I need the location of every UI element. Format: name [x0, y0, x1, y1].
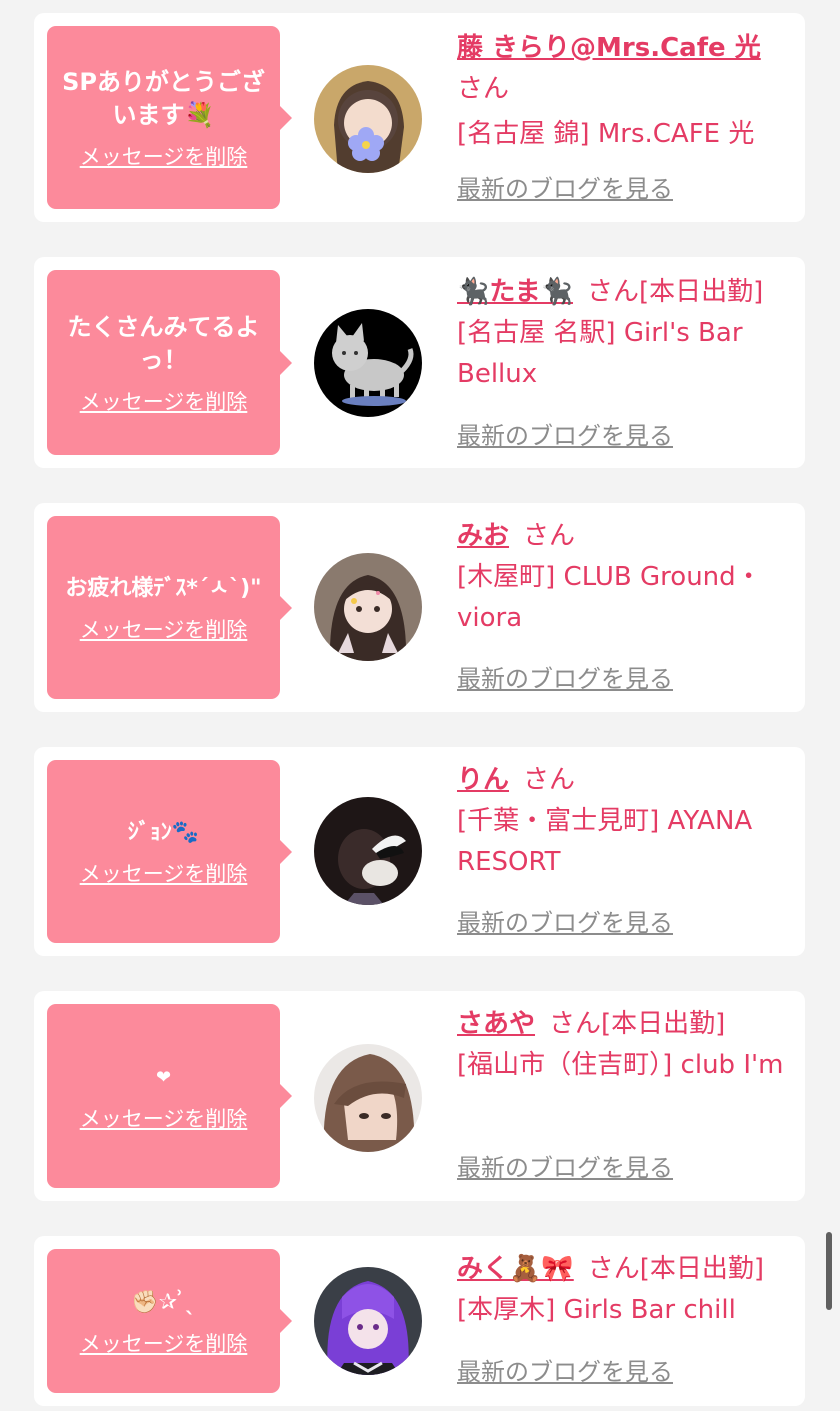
delete-message-link[interactable]: メッセージを削除 — [80, 617, 248, 643]
shop-label: [千葉・富士見町] AYANA RESORT — [457, 806, 753, 877]
latest-blog-link[interactable]: 最新のブログを見る — [457, 664, 673, 694]
message-text: SPありがとうございます💐 — [62, 67, 265, 129]
list-item: ✊🏻✰ ͗ˎ メッセージを削除 みく🧸🎀 さん[本日出勤] [本厚木] Girls… — [34, 1236, 805, 1406]
message-text: ❤ — [155, 1066, 172, 1088]
cat-icon — [314, 309, 422, 417]
avatar-photo-icon — [314, 65, 422, 173]
message-bubble: ❤ メッセージを削除 — [47, 1004, 292, 1188]
list-item: たくさんみてるよっ！ メッセージを削除 🐈‍⬛たま🐈‍⬛さん[本日出勤] [ — [34, 257, 805, 468]
message-text: ｼﾞｮﾝ🐾 — [127, 820, 200, 845]
avatar-photo-icon — [314, 797, 422, 905]
honorific: さん — [523, 765, 576, 795]
shop-label: [名古屋 錦] Mrs.CAFE 光 — [457, 119, 755, 149]
shop-label: [本厚木] Girls Bar chill — [457, 1295, 736, 1325]
message-bubble: ｼﾞｮﾝ🐾 メッセージを削除 — [47, 760, 292, 943]
cast-info: りん さん [千葉・富士見町] AYANA RESORT — [457, 760, 797, 883]
list-item: SPありがとうございます💐 メッセージを削除 藤 きらり@Mrs.Cafe 光 … — [34, 13, 805, 222]
message-bubble: たくさんみてるよっ！ メッセージを削除 — [47, 270, 292, 455]
message-text: たくさんみてるよっ！ — [67, 312, 260, 374]
attendance-status: [本日出勤] — [638, 277, 764, 307]
shop-label: [福山市（住吉町）] club I'm — [457, 1050, 784, 1080]
avatar[interactable] — [314, 1267, 422, 1375]
list-item: ｼﾞｮﾝ🐾 メッセージを削除 りん さん [千葉・富士見町] AYANA RESO… — [34, 747, 805, 956]
list-item: ❤ メッセージを削除 さあや さん[本日出勤] [福山市（住吉町）] club I… — [34, 991, 805, 1201]
latest-blog-link[interactable]: 最新のブログを見る — [457, 174, 673, 204]
scrollbar[interactable] — [826, 1232, 832, 1310]
delete-message-link[interactable]: メッセージを削除 — [80, 1106, 248, 1132]
avatar[interactable] — [314, 65, 422, 173]
cast-name-link[interactable]: りん — [457, 765, 509, 795]
avatar[interactable] — [314, 309, 422, 417]
list-item: お疲れ様ﾃﾞｽ*´ㅅ`)" メッセージを削除 みお さん [木屋町] CLUB G… — [34, 503, 805, 712]
honorific: さん — [586, 277, 639, 307]
shop-label: [木屋町] CLUB Ground・viora — [457, 562, 762, 633]
latest-blog-link[interactable]: 最新のブログを見る — [457, 1357, 673, 1387]
delete-message-link[interactable]: メッセージを削除 — [80, 389, 248, 415]
cast-name-link[interactable]: さあや — [457, 1009, 535, 1039]
cast-info: さあや さん[本日出勤] [福山市（住吉町）] club I'm — [457, 1004, 797, 1086]
avatar-photo-icon — [314, 1044, 422, 1152]
honorific: さん — [587, 1254, 640, 1284]
latest-blog-link[interactable]: 最新のブログを見る — [457, 908, 673, 938]
message-text: ✊🏻✰ ͗ˎ — [131, 1289, 196, 1315]
message-bubble: ✊🏻✰ ͗ˎ メッセージを削除 — [47, 1249, 292, 1393]
cast-info: みお さん [木屋町] CLUB Ground・viora — [457, 516, 797, 639]
avatar[interactable] — [314, 1044, 422, 1152]
attendance-status: [本日出勤] — [639, 1254, 765, 1284]
cast-info: 🐈‍⬛たま🐈‍⬛ さん[本日出勤] [名古屋 名駅] Girl's Bar Bel… — [457, 272, 797, 395]
avatar-photo-icon — [314, 553, 422, 661]
message-bubble: SPありがとうございます💐 メッセージを削除 — [47, 26, 292, 209]
message-text: お疲れ様ﾃﾞｽ*´ㅅ`)" — [65, 576, 262, 601]
attendance-status: [本日出勤] — [601, 1009, 726, 1039]
avatar-photo-icon — [314, 1267, 422, 1375]
message-bubble: お疲れ様ﾃﾞｽ*´ㅅ`)" メッセージを削除 — [47, 516, 292, 699]
latest-blog-link[interactable]: 最新のブログを見る — [457, 1153, 673, 1183]
avatar[interactable] — [314, 797, 422, 905]
cast-name-link[interactable]: 藤 きらり@Mrs.Cafe 光 — [457, 33, 761, 63]
cast-info: 藤 きらり@Mrs.Cafe 光 さん [名古屋 錦] Mrs.CAFE 光 — [457, 28, 797, 155]
honorific: さん — [549, 1009, 602, 1039]
delete-message-link[interactable]: メッセージを削除 — [80, 144, 248, 170]
honorific: さん — [523, 521, 576, 551]
message-list: SPありがとうございます💐 メッセージを削除 藤 きらり@Mrs.Cafe 光 … — [0, 0, 840, 1411]
cast-info: みく🧸🎀 さん[本日出勤] [本厚木] Girls Bar chill — [457, 1249, 797, 1331]
avatar[interactable] — [314, 553, 422, 661]
cast-name-link[interactable]: 🐈‍⬛たま🐈‍⬛ — [457, 277, 573, 307]
cast-name-link[interactable]: みく🧸🎀 — [457, 1254, 574, 1284]
delete-message-link[interactable]: メッセージを削除 — [80, 861, 248, 887]
shop-label: [名古屋 名駅] Girl's Bar Bellux — [457, 318, 743, 389]
cast-name-link[interactable]: みお — [457, 521, 509, 551]
delete-message-link[interactable]: メッセージを削除 — [80, 1331, 248, 1357]
latest-blog-link[interactable]: 最新のブログを見る — [457, 421, 673, 451]
honorific: さん — [457, 74, 510, 104]
